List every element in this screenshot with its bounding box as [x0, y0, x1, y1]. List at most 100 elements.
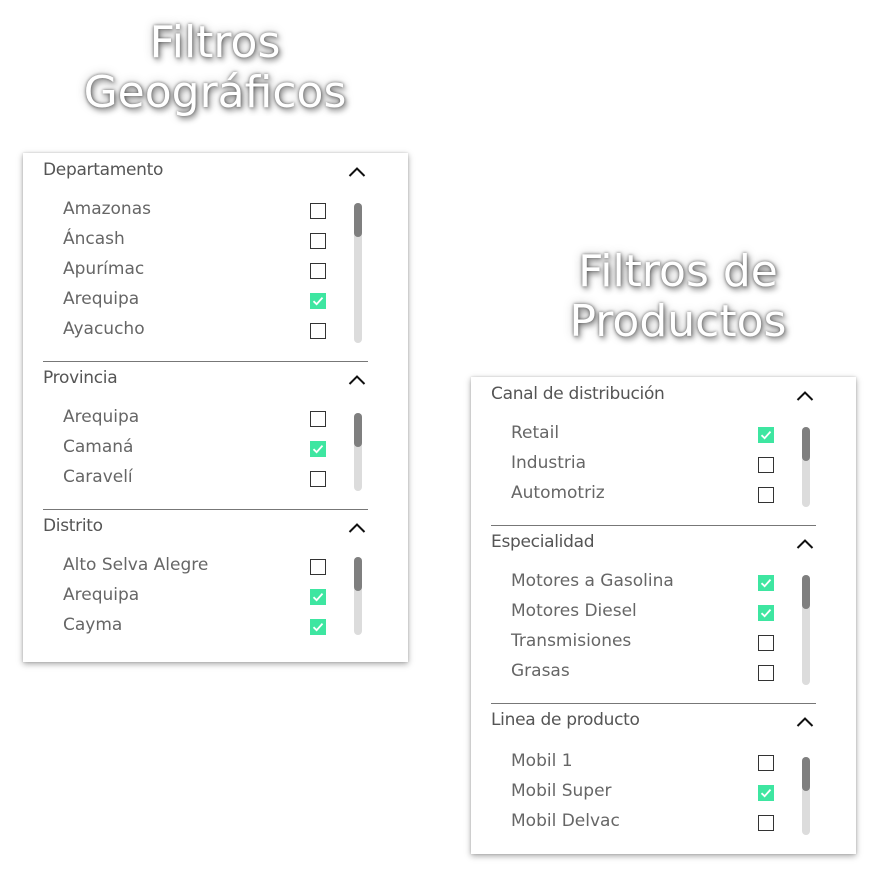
list-item[interactable]: Arequipa	[63, 404, 333, 434]
list-item[interactable]: Alto Selva Alegre	[63, 552, 333, 582]
geo-title-line2: Geográficos	[83, 67, 347, 118]
slicer-header-departamento: Departamento	[43, 160, 164, 180]
list-item[interactable]: Mobil Delvac	[511, 808, 781, 838]
item-label: Arequipa	[63, 585, 140, 605]
scrollbar-thumb[interactable]	[802, 575, 810, 609]
item-label: Ayacucho	[63, 319, 145, 339]
checkbox[interactable]	[310, 233, 326, 249]
item-label: Mobil Delvac	[511, 811, 620, 831]
item-label: Mobil 1	[511, 751, 573, 771]
item-label: Alto Selva Alegre	[63, 555, 209, 575]
item-label: Áncash	[63, 229, 125, 249]
list-item[interactable]: Grasas	[511, 658, 781, 688]
slicer-header-distrito: Distrito	[43, 516, 103, 536]
checkbox[interactable]	[758, 487, 774, 503]
item-label: Mobil Super	[511, 781, 612, 801]
slicer-header-linea: Linea de producto	[491, 710, 640, 730]
item-label: Arequipa	[63, 289, 140, 309]
slicer-distrito: Distrito Alto Selva Alegre Arequipa Caym…	[23, 509, 408, 662]
scrollbar[interactable]	[354, 203, 362, 343]
checkmark-icon	[312, 445, 324, 454]
slicer-header-especialidad: Especialidad	[491, 532, 595, 552]
list-item[interactable]: Arequipa	[63, 286, 333, 316]
checkbox[interactable]	[758, 755, 774, 771]
list-item[interactable]: Automotriz	[511, 480, 781, 510]
scrollbar[interactable]	[802, 575, 810, 685]
checkbox[interactable]	[758, 815, 774, 831]
scrollbar[interactable]	[802, 757, 810, 835]
item-label: Cayma	[63, 615, 123, 635]
slicer-linea-producto: Linea de producto Mobil 1 Mobil Super Mo…	[471, 703, 856, 854]
checkbox[interactable]	[310, 589, 326, 605]
checkbox[interactable]	[310, 441, 326, 457]
scrollbar-thumb[interactable]	[354, 203, 362, 237]
scrollbar-thumb[interactable]	[354, 413, 362, 447]
list-item[interactable]: Motores a Gasolina	[511, 568, 781, 598]
chevron-up-icon[interactable]	[796, 538, 814, 550]
checkbox[interactable]	[310, 293, 326, 309]
checkbox[interactable]	[310, 323, 326, 339]
chevron-up-icon[interactable]	[348, 522, 366, 534]
chevron-up-icon[interactable]	[796, 716, 814, 728]
list-item[interactable]: Cayma	[63, 612, 333, 642]
checkmark-icon	[312, 593, 324, 602]
list-item[interactable]: Amazonas	[63, 196, 333, 226]
checkbox[interactable]	[310, 619, 326, 635]
checkmark-icon	[312, 623, 324, 632]
product-filters-title: Filtros de Productos	[528, 247, 828, 347]
geo-filters-title: Filtros Geográficos	[65, 18, 365, 118]
scrollbar[interactable]	[802, 427, 810, 507]
checkbox[interactable]	[310, 471, 326, 487]
chevron-up-icon[interactable]	[348, 374, 366, 386]
prod-title-line2: Productos	[569, 296, 787, 347]
checkbox[interactable]	[758, 457, 774, 473]
chevron-up-icon[interactable]	[796, 390, 814, 402]
list-item[interactable]: Apurímac	[63, 256, 333, 286]
scrollbar-thumb[interactable]	[802, 757, 810, 791]
checkbox[interactable]	[310, 263, 326, 279]
item-label: Camaná	[63, 437, 134, 457]
list-item[interactable]: Motores Diesel	[511, 598, 781, 628]
checkbox[interactable]	[310, 203, 326, 219]
list-item[interactable]: Retail	[511, 420, 781, 450]
item-label: Amazonas	[63, 199, 151, 219]
item-label: Caravelí	[63, 467, 133, 487]
list-item[interactable]: Industria	[511, 450, 781, 480]
checkbox[interactable]	[310, 411, 326, 427]
list-item[interactable]: Arequipa	[63, 582, 333, 612]
slicer-provincia: Provincia Arequipa Camaná Caravelí	[23, 361, 408, 509]
slicer-especialidad: Especialidad Motores a Gasolina Motores …	[471, 525, 856, 703]
checkbox[interactable]	[758, 665, 774, 681]
scrollbar-thumb[interactable]	[354, 557, 362, 591]
item-label: Industria	[511, 453, 587, 473]
checkbox[interactable]	[758, 427, 774, 443]
chevron-up-icon[interactable]	[348, 166, 366, 178]
scrollbar-thumb[interactable]	[802, 427, 810, 461]
slicer-departamento: Departamento Amazonas Áncash Apurímac Ar…	[23, 153, 408, 361]
list-item[interactable]: Mobil Super	[511, 778, 781, 808]
list-item[interactable]: Áncash	[63, 226, 333, 256]
list-item[interactable]: Ayacucho	[63, 316, 333, 346]
scrollbar[interactable]	[354, 413, 362, 491]
checkbox[interactable]	[758, 635, 774, 651]
scrollbar[interactable]	[354, 557, 362, 635]
checkmark-icon	[760, 431, 772, 440]
list-item[interactable]: Mobil 1	[511, 748, 781, 778]
checkmark-icon	[760, 609, 772, 618]
item-label: Motores Diesel	[511, 601, 637, 621]
item-label: Automotriz	[511, 483, 605, 503]
checkbox[interactable]	[758, 785, 774, 801]
geo-filters-panel: Departamento Amazonas Áncash Apurímac Ar…	[23, 153, 408, 662]
item-label: Apurímac	[63, 259, 145, 279]
checkbox[interactable]	[310, 559, 326, 575]
list-item[interactable]: Transmisiones	[511, 628, 781, 658]
item-label: Grasas	[511, 661, 570, 681]
list-item[interactable]: Caravelí	[63, 464, 333, 494]
slicer-canal-distribucion: Canal de distribución Retail Industria A…	[471, 377, 856, 525]
checkbox[interactable]	[758, 575, 774, 591]
checkmark-icon	[760, 579, 772, 588]
item-label: Motores a Gasolina	[511, 571, 674, 591]
checkbox[interactable]	[758, 605, 774, 621]
checkmark-icon	[760, 789, 772, 798]
list-item[interactable]: Camaná	[63, 434, 333, 464]
